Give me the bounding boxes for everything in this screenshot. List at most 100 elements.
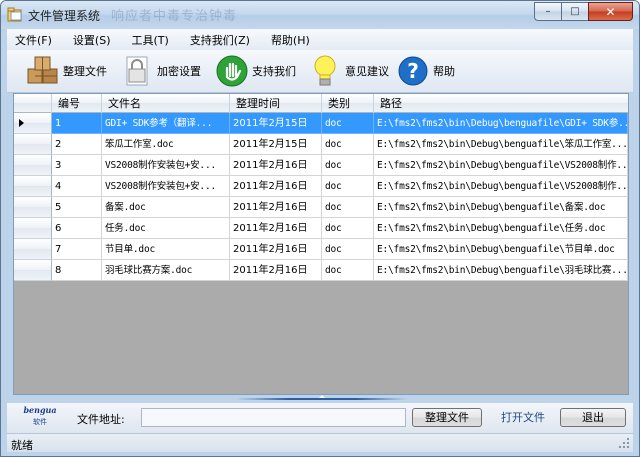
cell-time[interactable]: 2011年2月16日: [230, 197, 322, 218]
table-row[interactable]: 2 笨瓜工作室.doc 2011年2月15日 doc E:\fms2\fms2\bin\…: [14, 134, 628, 155]
column-header-time[interactable]: 整理时间: [230, 94, 322, 113]
cell-path[interactable]: E:\fms2\fms2\bin\Debug\benguafile\备案.doc: [374, 197, 628, 218]
row-cells: 7 节目单.doc 2011年2月16日 doc E:\fms2\fms2\bin\De…: [52, 239, 628, 260]
open-file-button[interactable]: 打开文件: [488, 408, 558, 427]
column-header-filename[interactable]: 文件名: [102, 94, 230, 113]
cell-category[interactable]: doc: [322, 260, 374, 281]
svg-text:?: ?: [407, 59, 419, 83]
help-icon: ?: [395, 54, 431, 88]
cell-category[interactable]: doc: [322, 218, 374, 239]
cell-filename[interactable]: VS2008制作安装包+安...: [102, 155, 230, 176]
cell-time[interactable]: 2011年2月16日: [230, 239, 322, 260]
column-header-id[interactable]: 编号: [52, 94, 102, 113]
cell-time[interactable]: 2011年2月16日: [230, 176, 322, 197]
corner-header-cell: [14, 94, 52, 113]
cell-path[interactable]: E:\fms2\fms2\bin\Debug\benguafile\节目单.do…: [374, 239, 628, 260]
cell-id[interactable]: 5: [52, 197, 102, 218]
table-row[interactable]: 8 羽毛球比赛方案.doc 2011年2月16日 doc E:\fms2\fms2\bi…: [14, 260, 628, 281]
maximize-button[interactable]: □: [561, 2, 588, 21]
cell-id[interactable]: 8: [52, 260, 102, 281]
cell-filename[interactable]: VS2008制作安装包+安...: [102, 176, 230, 197]
cell-id[interactable]: 2: [52, 134, 102, 155]
resize-grip-icon[interactable]: [619, 438, 630, 449]
cell-filename[interactable]: 羽毛球比赛方案.doc: [102, 260, 230, 281]
organize-files-button[interactable]: 整理文件: [412, 408, 482, 427]
cell-category[interactable]: doc: [322, 134, 374, 155]
column-header-path[interactable]: 路径: [374, 94, 628, 113]
splitter-line: [237, 398, 407, 400]
cell-filename[interactable]: 笨瓜工作室.doc: [102, 134, 230, 155]
feedback-tool[interactable]: 意见建议: [307, 54, 389, 88]
file-path-label: 文件地址:: [77, 413, 125, 426]
row-header[interactable]: [14, 176, 52, 197]
row-cells: 4 VS2008制作安装包+安... 2011年2月16日 doc E:\fms2\fm…: [52, 176, 628, 197]
row-cells: 5 备案.doc 2011年2月16日 doc E:\fms2\fms2\bin\Deb…: [52, 197, 628, 218]
menu-settings[interactable]: 设置(S): [73, 32, 111, 48]
menu-help[interactable]: 帮助(H): [271, 32, 310, 48]
cell-filename[interactable]: 任务.doc: [102, 218, 230, 239]
cell-filename[interactable]: 节目单.doc: [102, 239, 230, 260]
help-tool[interactable]: ? 帮助: [395, 54, 455, 88]
hand-icon: [214, 54, 250, 88]
cell-id[interactable]: 6: [52, 218, 102, 239]
organize-files-tool[interactable]: 整理文件: [25, 54, 107, 88]
table-row[interactable]: 5 备案.doc 2011年2月16日 doc E:\fms2\fms2\bin\Deb…: [14, 197, 628, 218]
bottom-panel: bengua 软件 文件地址: 整理文件 打开文件 退出: [7, 403, 633, 433]
cell-id[interactable]: 3: [52, 155, 102, 176]
support-us-tool[interactable]: 支持我们: [214, 54, 296, 88]
bengua-logo: bengua 软件: [22, 405, 58, 431]
cell-id[interactable]: 7: [52, 239, 102, 260]
window-title: 文件管理系统: [28, 9, 101, 23]
cell-path[interactable]: E:\fms2\fms2\bin\Debug\benguafile\羽毛球比赛.…: [374, 260, 628, 281]
column-header-category[interactable]: 类别: [322, 94, 374, 113]
table-row[interactable]: 1 GDI+ SDK参考（翻译... 2011年2月15日 doc E:\fms2\fm…: [14, 113, 628, 134]
cell-path[interactable]: E:\fms2\fms2\bin\Debug\benguafile\笨瓜工作室.…: [374, 134, 628, 155]
row-header[interactable]: [14, 260, 52, 281]
cell-category[interactable]: doc: [322, 176, 374, 197]
toolbar: 整理文件 加密设置 支持我们 意见建议 ? 帮助: [7, 50, 633, 93]
exit-button[interactable]: 退出: [560, 408, 626, 427]
cell-id[interactable]: 4: [52, 176, 102, 197]
row-header[interactable]: [14, 113, 52, 134]
table-row[interactable]: 6 任务.doc 2011年2月16日 doc E:\fms2\fms2\bin\Deb…: [14, 218, 628, 239]
cell-path[interactable]: E:\fms2\fms2\bin\Debug\benguafile\VS2008…: [374, 155, 628, 176]
cell-time[interactable]: 2011年2月15日: [230, 134, 322, 155]
cell-path[interactable]: E:\fms2\fms2\bin\Debug\benguafile\任务.doc: [374, 218, 628, 239]
cell-category[interactable]: doc: [322, 155, 374, 176]
cell-category[interactable]: doc: [322, 113, 374, 134]
title-watermark: 响应者中毒专治钟毒: [111, 9, 238, 24]
panel-splitter[interactable]: [7, 395, 633, 403]
table-row[interactable]: 4 VS2008制作安装包+安... 2011年2月16日 doc E:\fms2\fm…: [14, 176, 628, 197]
cell-path[interactable]: E:\fms2\fms2\bin\Debug\benguafile\GDI+ S…: [374, 113, 628, 134]
cell-time[interactable]: 2011年2月16日: [230, 155, 322, 176]
title-bar[interactable]: 文件管理系统 响应者中毒专治钟毒 – □ ✕: [1, 1, 639, 29]
menu-support[interactable]: 支持我们(Z): [190, 32, 250, 48]
file-grid[interactable]: 编号 文件名 整理时间 类别 路径 1 GDI+ SDK参考（翻译... 2011年…: [13, 93, 629, 395]
table-row[interactable]: 7 节目单.doc 2011年2月16日 doc E:\fms2\fms2\bin\De…: [14, 239, 628, 260]
menu-tools[interactable]: 工具(T): [132, 32, 169, 48]
row-header[interactable]: [14, 155, 52, 176]
row-header[interactable]: [14, 239, 52, 260]
status-text: 就绪: [11, 439, 33, 452]
grid-header: 编号 文件名 整理时间 类别 路径: [14, 94, 628, 113]
feedback-label: 意见建议: [345, 65, 389, 78]
encryption-settings-tool[interactable]: 加密设置: [119, 54, 201, 88]
close-button[interactable]: ✕: [588, 2, 633, 21]
table-row[interactable]: 3 VS2008制作安装包+安... 2011年2月16日 doc E:\fms2\fm…: [14, 155, 628, 176]
row-header[interactable]: [14, 134, 52, 155]
cell-filename[interactable]: GDI+ SDK参考（翻译...: [102, 113, 230, 134]
cell-time[interactable]: 2011年2月16日: [230, 218, 322, 239]
cell-category[interactable]: doc: [322, 197, 374, 218]
row-header[interactable]: [14, 197, 52, 218]
menu-file[interactable]: 文件(F): [15, 32, 52, 48]
cell-time[interactable]: 2011年2月15日: [230, 113, 322, 134]
cell-category[interactable]: doc: [322, 239, 374, 260]
file-path-input[interactable]: [141, 408, 406, 427]
cell-id[interactable]: 1: [52, 113, 102, 134]
minimize-button[interactable]: –: [534, 2, 561, 21]
cell-path[interactable]: E:\fms2\fms2\bin\Debug\benguafile\VS2008…: [374, 176, 628, 197]
cell-filename[interactable]: 备案.doc: [102, 197, 230, 218]
window-controls: – □ ✕: [534, 2, 633, 21]
cell-time[interactable]: 2011年2月16日: [230, 260, 322, 281]
row-header[interactable]: [14, 218, 52, 239]
